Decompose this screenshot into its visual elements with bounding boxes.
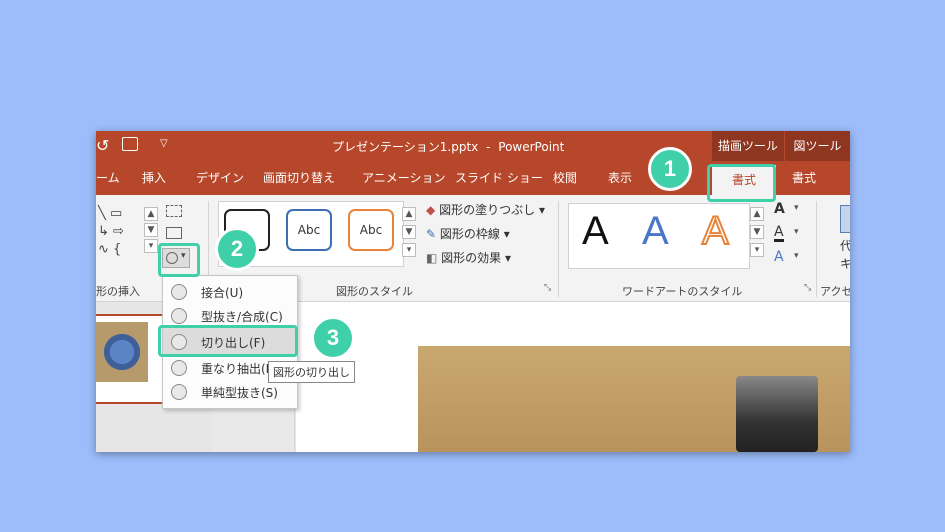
highlight-format-tab — [707, 164, 776, 202]
text-box-icon[interactable] — [166, 227, 182, 239]
group-label-shape-styles: 図形のスタイル — [336, 285, 413, 298]
chevron-down-icon[interactable]: ▾ — [794, 251, 799, 261]
alt-text-icon[interactable] — [840, 205, 850, 233]
style-thumb-3[interactable]: Abc — [348, 209, 394, 251]
alt-text-label: 代 — [840, 239, 850, 253]
document-name: プレゼンテーション1.pptx — [332, 140, 479, 154]
union-icon — [171, 284, 187, 300]
subtract-icon — [171, 384, 187, 400]
tab-review[interactable]: 校閲 — [553, 161, 577, 195]
highlight-fragment-item — [158, 325, 298, 357]
chevron-down-icon[interactable]: ▾ — [794, 227, 799, 237]
slide-thumbnail[interactable] — [96, 314, 164, 404]
group-separator — [558, 201, 559, 297]
tooltip: 図形の切り出し — [268, 361, 355, 383]
group-label-insert-shapes: 形の挿入 — [96, 285, 140, 298]
menu-item-subtract[interactable]: 単純型抜き(S) — [169, 382, 289, 400]
alt-text-label-2: キ — [840, 257, 850, 271]
tab-insert[interactable]: 挿入 — [142, 161, 166, 195]
chevron-down-icon: ▾ — [539, 203, 546, 217]
chevron-down-icon: ▾ — [503, 227, 510, 241]
wordart-style-3[interactable]: A — [701, 208, 730, 254]
app-name: PowerPoint — [498, 140, 565, 154]
wordart-style-1[interactable]: A — [582, 209, 609, 253]
effects-icon: ◧ — [426, 251, 438, 265]
combine-icon — [171, 308, 187, 324]
picture-tools-group-label: 図ツール — [785, 131, 850, 161]
slide-picture[interactable] — [418, 346, 850, 452]
title-bar: ↺ ▽ プレゼンテーション1.pptx - PowerPoint 描画ツール 図… — [96, 131, 850, 161]
paint-bucket-icon: ◆ — [426, 203, 436, 217]
edit-shape-icon[interactable] — [166, 205, 182, 217]
shapes-scroll-down[interactable]: ▼ — [144, 223, 158, 237]
pencil-icon: ✎ — [426, 227, 437, 241]
window-title: プレゼンテーション1.pptx - PowerPoint — [332, 138, 564, 155]
step-badge-2: 2 — [215, 227, 259, 271]
tab-picture-format[interactable]: 書式 — [792, 161, 816, 195]
present-from-start-icon[interactable] — [122, 137, 138, 151]
dialog-launcher-icon[interactable]: ⤡ — [804, 283, 811, 293]
styles-more[interactable]: ▾ — [402, 243, 416, 257]
menu-item-combine[interactable]: 型抜き/合成(C) — [169, 306, 289, 324]
menu-item-label: 接合(U) — [201, 286, 244, 300]
shape-outline-label: 図形の枠線 — [439, 227, 500, 241]
group-label-wordart-styles: ワードアートのスタイル — [622, 285, 743, 298]
shape-effects-button[interactable]: ◧ 図形の効果 ▾ — [426, 249, 511, 266]
text-fill-icon[interactable]: A — [774, 201, 785, 217]
wordart-style-2[interactable]: A — [642, 209, 669, 253]
shape-outline-button[interactable]: ✎ 図形の枠線 ▾ — [426, 225, 510, 242]
wordart-scroll-up[interactable]: ▲ — [750, 207, 764, 221]
shapes-gallery[interactable]: ╲ ▭ ↳ ⇨ ∿ { — [98, 205, 138, 265]
tab-home[interactable]: ーム — [96, 161, 120, 195]
wordart-scroll-down[interactable]: ▼ — [750, 225, 764, 239]
text-outline-icon[interactable]: A — [774, 225, 784, 242]
tab-transitions[interactable]: 画面切り替え — [263, 161, 335, 195]
shape-fill-button[interactable]: ◆ 図形の塗りつぶし ▾ — [426, 201, 545, 218]
step-badge-3: 3 — [311, 316, 355, 360]
menu-item-label: 型抜き/合成(C) — [201, 310, 283, 324]
watch-band-image — [736, 376, 818, 452]
shape-fill-label: 図形の塗りつぶし — [439, 203, 536, 217]
styles-scroll-up[interactable]: ▲ — [402, 207, 416, 221]
shapes-more[interactable]: ▾ — [144, 239, 158, 253]
menu-item-label: 重なり抽出(I) — [201, 362, 274, 376]
tab-view[interactable]: 表示 — [608, 161, 632, 195]
intersect-icon — [171, 360, 187, 376]
customize-qat-icon[interactable]: ▽ — [160, 138, 168, 149]
step-badge-1: 1 — [648, 147, 692, 191]
tab-animations[interactable]: アニメーション — [362, 161, 446, 195]
menu-item-union[interactable]: 接合(U) — [169, 282, 289, 300]
chevron-down-icon[interactable]: ▾ — [794, 203, 799, 213]
chevron-down-icon: ▾ — [505, 251, 512, 265]
styles-scroll-down[interactable]: ▼ — [402, 225, 416, 239]
style-thumb-2[interactable]: Abc — [286, 209, 332, 251]
tab-design[interactable]: デザイン — [196, 161, 244, 195]
text-effects-icon[interactable]: A — [774, 249, 784, 265]
shape-effects-label: 図形の効果 — [441, 251, 502, 265]
shapes-scroll-up[interactable]: ▲ — [144, 207, 158, 221]
wordart-more[interactable]: ▾ — [750, 243, 764, 257]
powerpoint-window: ↺ ▽ プレゼンテーション1.pptx - PowerPoint 描画ツール 図… — [96, 131, 850, 452]
group-separator — [816, 201, 817, 297]
group-label-accessibility: アクセ — [820, 285, 850, 298]
drawing-tools-group-label: 描画ツール — [712, 131, 784, 161]
undo-icon[interactable]: ↺ — [96, 136, 109, 155]
highlight-merge-button — [158, 243, 200, 277]
menu-item-label: 単純型抜き(S) — [201, 386, 278, 400]
slide-canvas[interactable] — [296, 302, 850, 452]
dialog-launcher-icon[interactable]: ⤡ — [544, 283, 551, 293]
tab-slideshow[interactable]: スライド ショー — [455, 161, 543, 195]
watch-thumbnail-image — [96, 322, 148, 382]
title-separator: - — [486, 140, 491, 154]
